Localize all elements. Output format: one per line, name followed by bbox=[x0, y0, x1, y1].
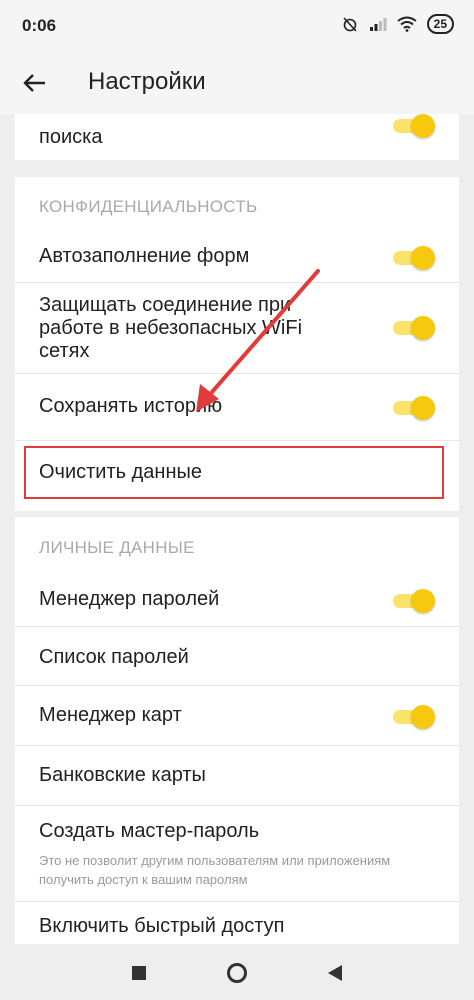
navigation-bar bbox=[0, 944, 474, 1000]
setting-row-autofill[interactable]: Автозаполнение форм bbox=[15, 232, 459, 282]
toggle-save-history[interactable] bbox=[393, 396, 435, 420]
setting-label: Банковские карты bbox=[39, 764, 206, 786]
triangle-back-icon bbox=[328, 965, 342, 981]
recents-button[interactable] bbox=[128, 962, 150, 984]
toggle-knob bbox=[411, 705, 435, 729]
toggle-wifi-protection[interactable] bbox=[393, 316, 435, 340]
setting-label: Список паролей bbox=[39, 646, 189, 668]
settings-list[interactable]: поиска КОНФИДЕНЦИАЛЬНОСТЬ Автозаполнение… bbox=[0, 114, 474, 944]
setting-row-master-password[interactable]: Создать мастер-пароль Это не позволит др… bbox=[15, 806, 459, 901]
setting-label: Сохранять историю bbox=[39, 395, 223, 417]
status-icons: 25 bbox=[341, 14, 454, 34]
alarm-off-icon bbox=[343, 17, 357, 32]
page-title: Настройки bbox=[88, 68, 206, 95]
back-button[interactable] bbox=[18, 66, 52, 100]
setting-row-bank-cards[interactable]: Банковские карты bbox=[15, 746, 459, 805]
setting-row-partial[interactable]: поиска bbox=[15, 114, 459, 160]
setting-label: Очистить данные bbox=[39, 461, 202, 483]
setting-row-clear-data[interactable]: Очистить данные bbox=[15, 441, 459, 511]
wifi-icon bbox=[397, 16, 417, 32]
setting-label: Включить быстрый доступ bbox=[39, 915, 285, 937]
setting-row-wifi-protection[interactable]: Защищать соединение при работе в небезоп… bbox=[15, 283, 459, 373]
setting-row-quick-access[interactable]: Включить быстрый доступ bbox=[15, 902, 459, 944]
status-time: 0:06 bbox=[22, 16, 57, 35]
setting-label: Менеджер карт bbox=[39, 704, 182, 726]
setting-row-save-history[interactable]: Сохранять историю bbox=[15, 374, 459, 440]
status-bar: 0:06 25 bbox=[0, 0, 474, 52]
personal-section: ЛИЧНЫЕ ДАННЫЕ Менеджер паролей Список па… bbox=[15, 517, 459, 944]
toggle-knob bbox=[411, 396, 435, 420]
toggle-partial[interactable] bbox=[393, 114, 435, 138]
setting-row-card-manager[interactable]: Менеджер карт bbox=[15, 686, 459, 745]
setting-label: Автозаполнение форм bbox=[39, 245, 250, 267]
toggle-password-manager[interactable] bbox=[393, 589, 435, 613]
signal-icon bbox=[369, 18, 387, 31]
toggle-knob bbox=[411, 589, 435, 613]
toggle-knob bbox=[411, 246, 435, 270]
partial-item-label: поиска bbox=[39, 126, 103, 148]
back-nav-button[interactable] bbox=[324, 962, 346, 984]
setting-row-password-manager[interactable]: Менеджер паролей bbox=[15, 572, 459, 626]
toggle-card-manager[interactable] bbox=[393, 705, 435, 729]
arrow-left-icon bbox=[23, 74, 45, 92]
circle-icon bbox=[227, 963, 247, 983]
privacy-section: КОНФИДЕНЦИАЛЬНОСТЬ Автозаполнение форм З… bbox=[15, 177, 459, 511]
toggle-knob bbox=[411, 114, 435, 138]
home-button[interactable] bbox=[226, 962, 248, 984]
app-bar: Настройки bbox=[0, 52, 474, 114]
setting-label: Защищать соединение при работе в небезоп… bbox=[39, 294, 303, 362]
toggle-knob bbox=[411, 316, 435, 340]
square-icon bbox=[132, 966, 146, 980]
toggle-autofill[interactable] bbox=[393, 246, 435, 270]
personal-section-header: ЛИЧНЫЕ ДАННЫЕ bbox=[39, 538, 195, 557]
setting-row-password-list[interactable]: Список паролей bbox=[15, 627, 459, 685]
setting-label: Менеджер паролей bbox=[39, 588, 220, 610]
setting-hint: Это не позволит другим пользователям или… bbox=[39, 853, 391, 887]
privacy-section-header: КОНФИДЕНЦИАЛЬНОСТЬ bbox=[39, 197, 258, 216]
battery-indicator: 25 bbox=[426, 14, 454, 34]
setting-label: Создать мастер-пароль bbox=[39, 820, 260, 842]
